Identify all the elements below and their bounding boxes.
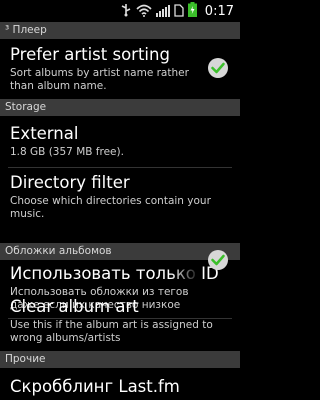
item-summary: Choose which directories contain your mu… [10,195,211,217]
check-icon [211,254,225,266]
pref-external[interactable]: External 1.8 GB (357 MB free). [0,124,240,168]
clock: 0:17 [204,3,234,19]
pref-directory-filter[interactable]: Directory filter Choose which directorie… [0,173,240,217]
section-header-other: Прочие [0,351,240,368]
pref-clear-album-art[interactable]: Clear album art Use this if the album ar… [0,297,240,349]
section-header-player: ³ Плеер [0,22,240,39]
prefer-artist-sorting-checkbox[interactable] [208,58,228,78]
wifi-icon [136,2,152,21]
item-title: Использовать только ID [10,264,219,283]
pref-scrobbling[interactable]: Скробблинг Last.fm [0,377,240,400]
item-title: Скробблинг Last.fm [10,377,180,396]
divider [8,167,232,168]
item-summary: 1.8 GB (357 MB free). [10,146,124,158]
section-header-storage: Storage [0,99,240,116]
status-bar: 0:17 [0,0,240,22]
battery-charging-icon [187,1,197,21]
item-title: External [10,124,79,143]
item-summary: Use this if the album art is assigned to… [10,319,213,344]
item-title: Clear album art [10,297,139,316]
item-summary: Sort albums by artist name rather than a… [10,67,189,92]
pref-artist-sorting[interactable]: Prefer artist sorting Sort albums by art… [0,45,240,97]
section-header-covers: Обложки альбомов [0,243,240,260]
check-icon [211,62,225,74]
usb-icon [120,2,132,21]
sim-icon [174,2,184,21]
signal-icon [155,2,170,21]
item-title: Directory filter [10,173,130,192]
title-fade [170,264,200,286]
item-title: Prefer artist sorting [10,45,170,64]
use-id3-only-checkbox[interactable] [208,250,228,270]
